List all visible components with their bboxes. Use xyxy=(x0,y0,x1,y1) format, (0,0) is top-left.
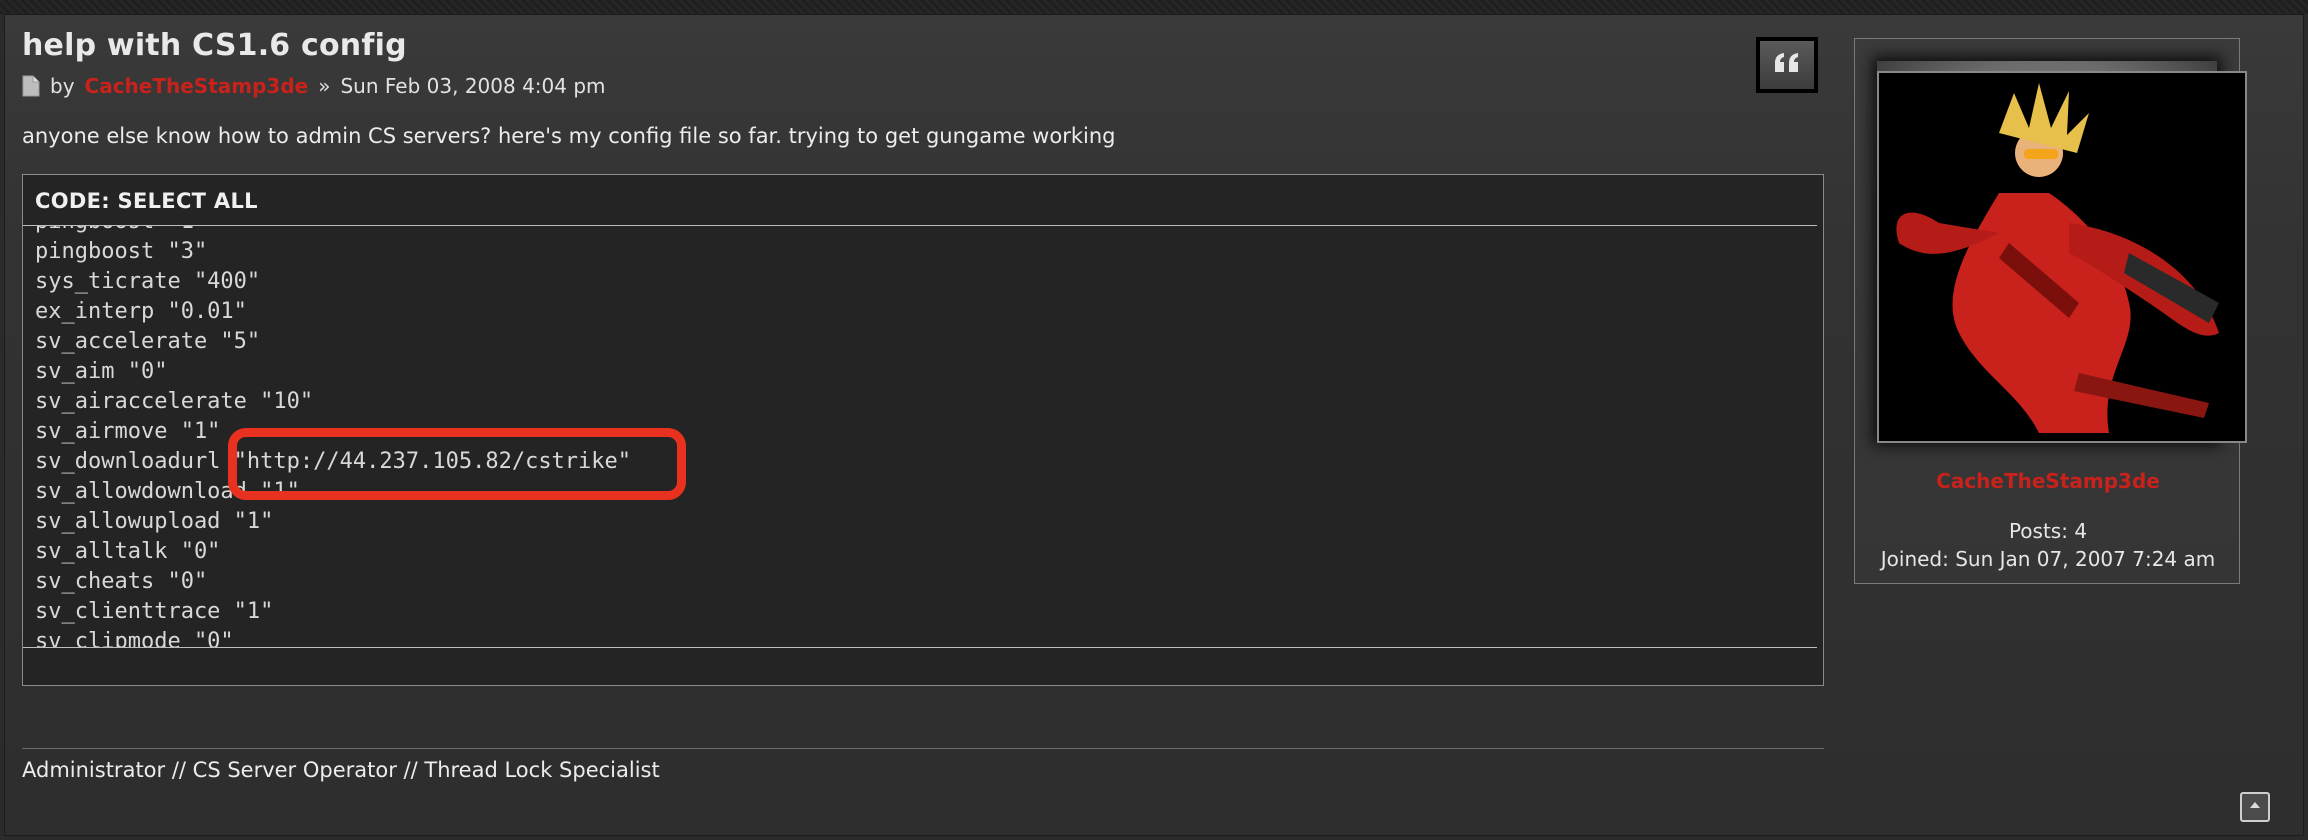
avatar[interactable] xyxy=(1877,71,2247,443)
profile-joined: Joined: Sun Jan 07, 2007 7:24 am xyxy=(1880,547,2216,571)
back-to-top-button[interactable] xyxy=(2240,792,2270,822)
top-band xyxy=(0,0,2308,14)
code-line: sv_aim "0" xyxy=(35,359,168,384)
code-divider-bottom xyxy=(23,647,1817,648)
quote-icon xyxy=(1773,52,1801,78)
document-icon[interactable] xyxy=(22,75,40,97)
author-link[interactable]: CacheTheStamp3de xyxy=(85,74,309,98)
code-select-all[interactable]: CODE: SELECT ALL xyxy=(35,189,258,213)
code-line: sv_clipmode "0" xyxy=(35,629,234,647)
code-line: pingboost "1" xyxy=(35,226,631,237)
quote-button[interactable] xyxy=(1756,37,1818,93)
code-line: sv_accelerate "5" xyxy=(35,329,261,354)
post-body: anyone else know how to admin CS servers… xyxy=(22,124,1116,148)
meta-separator: » xyxy=(318,74,331,98)
post-meta: by CacheTheStamp3de » Sun Feb 03, 2008 4… xyxy=(22,74,606,98)
signature-divider xyxy=(22,748,1824,749)
url-highlight-annotation xyxy=(228,428,686,500)
code-line: sys_ticrate "400" xyxy=(35,269,261,294)
code-line: sv_alltalk "0" xyxy=(35,539,221,564)
code-line: pingboost "3" xyxy=(35,239,208,264)
code-line: sv_allowupload "1" xyxy=(35,509,274,534)
code-line: sv_clienttrace "1" xyxy=(35,599,274,624)
profile-posts: Posts: 4 xyxy=(2008,519,2088,543)
back-to-top-icon xyxy=(2247,797,2263,817)
profile-username[interactable]: CacheTheStamp3de xyxy=(1855,469,2241,493)
post-title[interactable]: help with CS1.6 config xyxy=(22,28,407,63)
code-line: ex_interp "0.01" xyxy=(35,299,247,324)
code-line: sv_airaccelerate "10" xyxy=(35,389,314,414)
by-label: by xyxy=(50,74,75,98)
profile-card: CacheTheStamp3de Posts: 4 Joined: Sun Ja… xyxy=(1854,38,2247,584)
code-line: sv_cheats "0" xyxy=(35,569,208,594)
signature: Administrator // CS Server Operator // T… xyxy=(22,758,660,782)
post-timestamp: Sun Feb 03, 2008 4:04 pm xyxy=(340,74,606,98)
